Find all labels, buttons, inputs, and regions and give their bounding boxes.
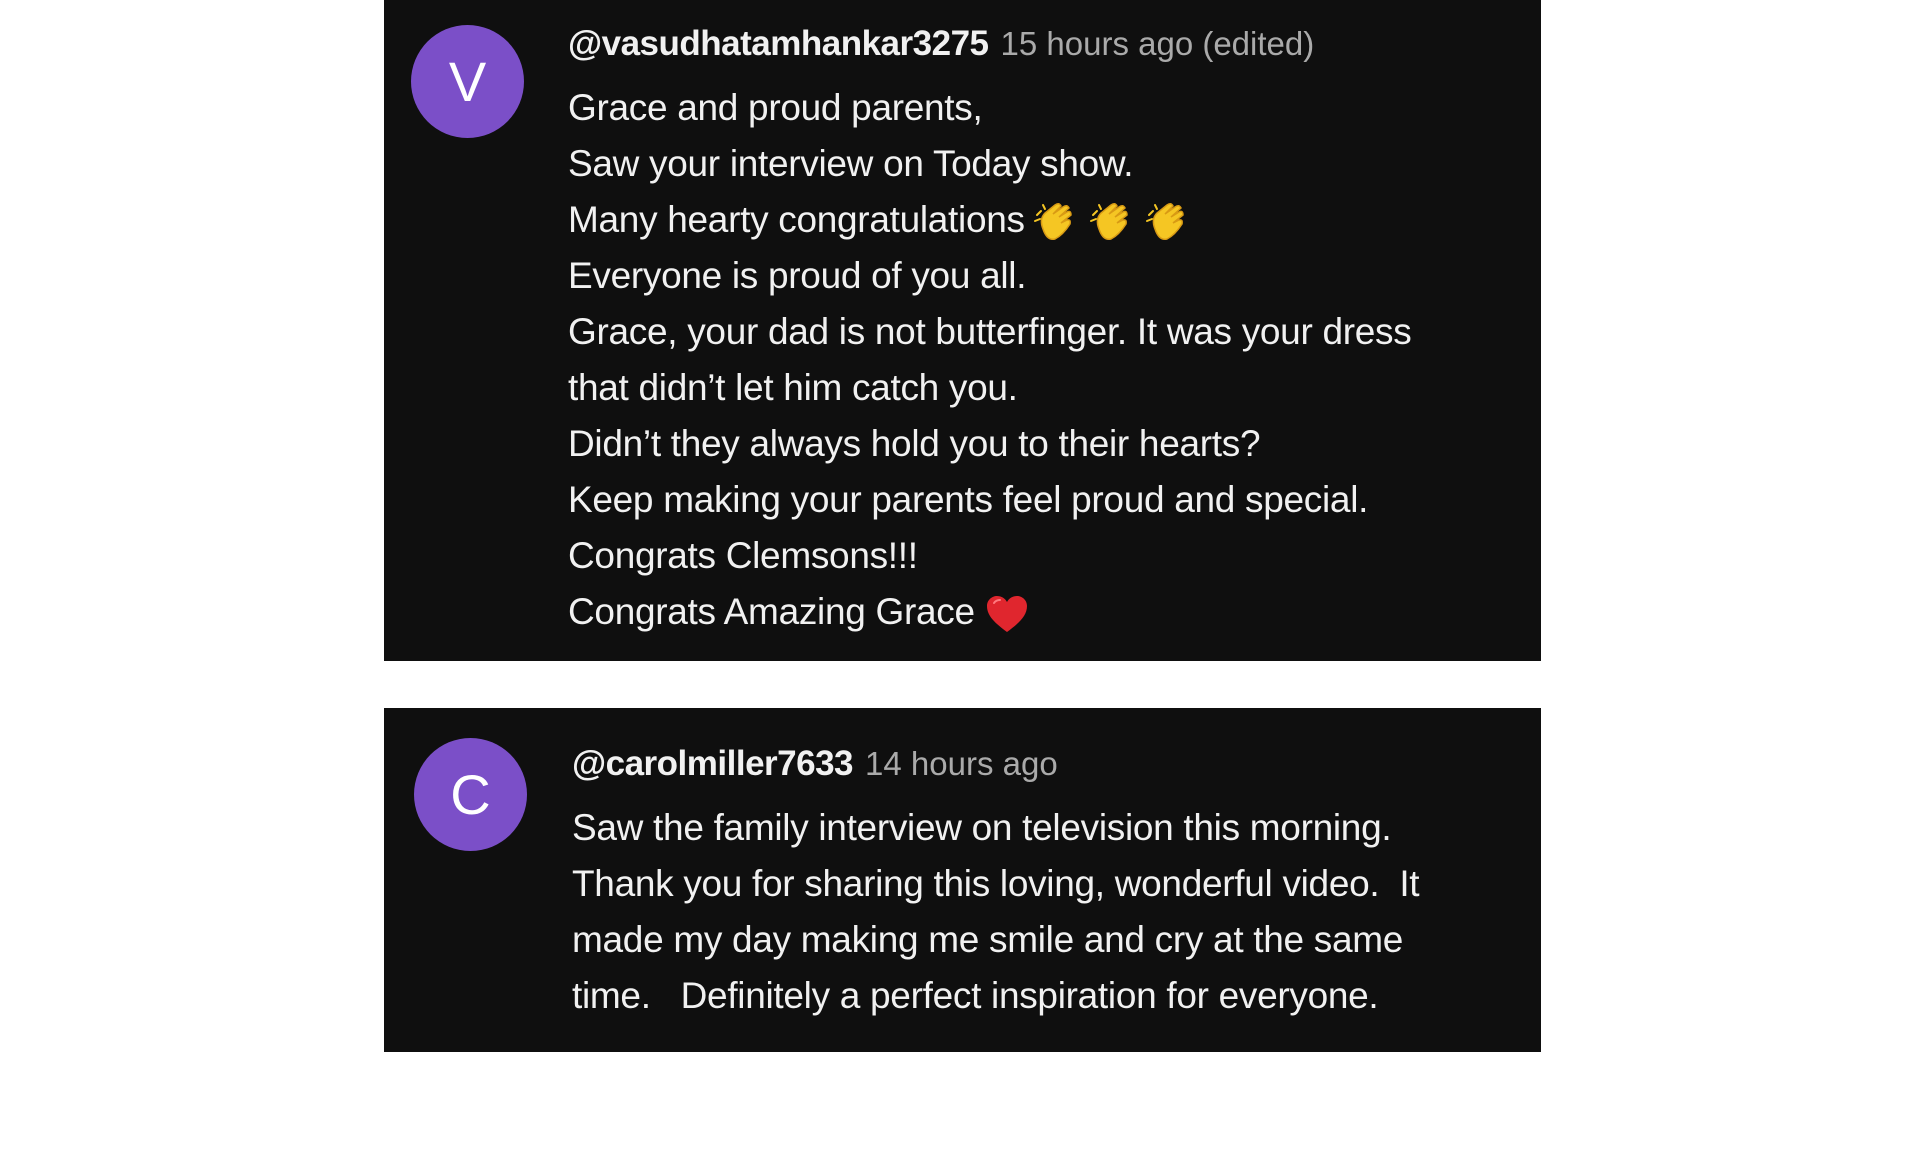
comment-line: made my day making me smile and cry at t… xyxy=(572,919,1404,960)
comment-line: Congrats Clemsons!!! xyxy=(568,535,918,576)
clapping-hands-icon xyxy=(1089,203,1128,241)
comment-timestamp[interactable]: 15 hours ago (edited) xyxy=(1001,25,1315,63)
comment-card: C @carolmiller7633 14 hours ago Saw the … xyxy=(384,708,1541,1052)
comment-line: Saw your interview on Today show. xyxy=(568,143,1134,184)
comment-line-text: Congrats Amazing Grace xyxy=(568,591,975,632)
emoji-group xyxy=(1033,199,1187,245)
comment-card: V @vasudhatamhankar3275 15 hours ago (ed… xyxy=(384,0,1541,661)
avatar-letter: V xyxy=(448,49,487,113)
clapping-hands-icon xyxy=(1145,203,1184,241)
comment-header: @vasudhatamhankar3275 15 hours ago (edit… xyxy=(568,24,1521,74)
comment-line: Everyone is proud of you all. xyxy=(568,255,1027,296)
screenshot-canvas: V @vasudhatamhankar3275 15 hours ago (ed… xyxy=(0,0,1920,1152)
comment-line: that didn’t let him catch you. xyxy=(568,367,1018,408)
comment-text: Grace and proud parents, Saw your interv… xyxy=(568,80,1521,640)
comment-line: Thank you for sharing this loving, wonde… xyxy=(572,863,1420,904)
clapping-hands-icon xyxy=(1033,203,1072,241)
comment-author[interactable]: @vasudhatamhankar3275 xyxy=(568,24,989,64)
avatar[interactable]: V xyxy=(411,25,524,138)
comment-line: Keep making your parents feel proud and … xyxy=(568,479,1369,520)
avatar[interactable]: C xyxy=(414,738,527,851)
comment-header: @carolmiller7633 14 hours ago xyxy=(572,744,1521,794)
comment-text: Saw the family interview on television t… xyxy=(572,800,1521,1024)
comment-line: time. Definitely a perfect inspiration f… xyxy=(572,975,1379,1016)
comment-line: Saw the family interview on television t… xyxy=(572,807,1392,848)
comment-author[interactable]: @carolmiller7633 xyxy=(572,744,854,784)
comment-line: Grace and proud parents, xyxy=(568,87,983,128)
comment-timestamp[interactable]: 14 hours ago xyxy=(865,745,1058,783)
comment-line: Many hearty congratulations xyxy=(568,192,1521,248)
comment-body: @carolmiller7633 14 hours ago Saw the fa… xyxy=(572,744,1521,1024)
comment-line: Grace, your dad is not butterfinger. It … xyxy=(568,311,1412,352)
comment-line-text: Many hearty congratulations xyxy=(568,199,1025,240)
comment-body: @vasudhatamhankar3275 15 hours ago (edit… xyxy=(568,24,1521,640)
comment-line: Congrats Amazing Grace xyxy=(568,584,1521,640)
red-heart-icon xyxy=(986,596,1027,633)
comment-line: Didn’t they always hold you to their hea… xyxy=(568,423,1261,464)
avatar-letter: C xyxy=(450,762,491,826)
